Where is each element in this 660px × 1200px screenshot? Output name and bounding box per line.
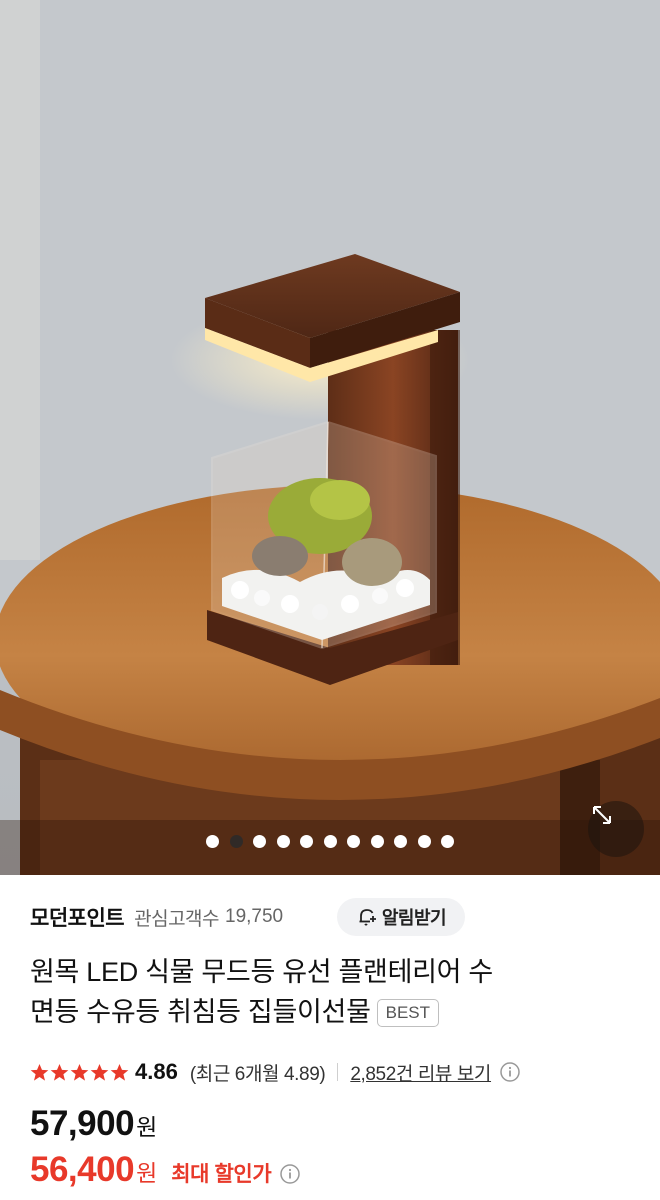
original-price-value: 57,900 bbox=[30, 1104, 135, 1143]
carousel-dot[interactable] bbox=[347, 835, 360, 848]
carousel-dot[interactable] bbox=[276, 835, 290, 848]
product-title: 원목 LED 식물 무드등 유선 플랜테리어 수 면등 수유등 취침등 집들이선… bbox=[30, 952, 630, 1032]
store-info: 모던포인트 관심고객수 19,750 bbox=[30, 897, 283, 937]
star-rating bbox=[30, 1063, 129, 1082]
alert-subscribe-button[interactable]: 알림받기 bbox=[337, 898, 465, 936]
star-icon bbox=[70, 1063, 89, 1081]
carousel-dot[interactable] bbox=[417, 835, 431, 848]
info-icon[interactable] bbox=[279, 1163, 301, 1185]
recent-rating: (최근 6개월 4.89) bbox=[189, 1063, 326, 1085]
carousel-dot[interactable] bbox=[394, 835, 407, 848]
carousel-dot[interactable] bbox=[206, 835, 219, 848]
sale-price-unit: 원 bbox=[136, 1160, 158, 1186]
best-badge: BEST bbox=[376, 999, 440, 1027]
follower-count: 19,750 bbox=[225, 906, 284, 927]
expand-image-button[interactable] bbox=[588, 801, 644, 857]
star-icon bbox=[50, 1063, 69, 1081]
product-photo bbox=[0, 0, 660, 875]
rating-score: 4.86 bbox=[135, 1059, 178, 1084]
original-price-unit: 원 bbox=[136, 1114, 158, 1140]
carousel-dot[interactable] bbox=[370, 835, 384, 848]
product-title-line2: 면등 수유등 취침등 집들이선물 bbox=[30, 997, 371, 1027]
expand-arrows-icon bbox=[593, 806, 611, 824]
star-icon bbox=[30, 1063, 49, 1081]
rating-row: 4.86 (최근 6개월 4.89) 2,852건 리뷰 보기 bbox=[30, 1054, 521, 1090]
divider bbox=[337, 1063, 339, 1081]
original-price: 57,900 원 bbox=[30, 1104, 157, 1152]
star-icon bbox=[90, 1063, 109, 1081]
carousel-dot[interactable] bbox=[300, 835, 313, 848]
product-title-line1: 원목 LED 식물 무드등 유선 플랜테리어 수 bbox=[30, 957, 493, 987]
sale-price-value: 56,400 bbox=[30, 1150, 135, 1189]
carousel-dot[interactable] bbox=[323, 835, 337, 848]
alert-button-label: 알림받기 bbox=[381, 908, 447, 928]
product-image[interactable] bbox=[0, 0, 660, 875]
info-icon[interactable] bbox=[499, 1061, 521, 1083]
review-link[interactable]: 2,852건 리뷰 보기 bbox=[350, 1059, 491, 1086]
follower-label: 관심고객수 bbox=[134, 908, 220, 930]
sale-price: 56,400 원 최대 할인가 bbox=[30, 1150, 301, 1198]
carousel-dot[interactable] bbox=[253, 835, 266, 848]
bell-plus-icon bbox=[359, 909, 376, 926]
store-name[interactable]: 모던포인트 bbox=[30, 902, 125, 932]
carousel-dot[interactable] bbox=[441, 835, 454, 848]
carousel-dot-active[interactable] bbox=[229, 835, 243, 848]
star-icon bbox=[110, 1063, 129, 1081]
carousel-indicator bbox=[0, 835, 660, 848]
discount-label: 최대 할인가 bbox=[171, 1163, 272, 1186]
